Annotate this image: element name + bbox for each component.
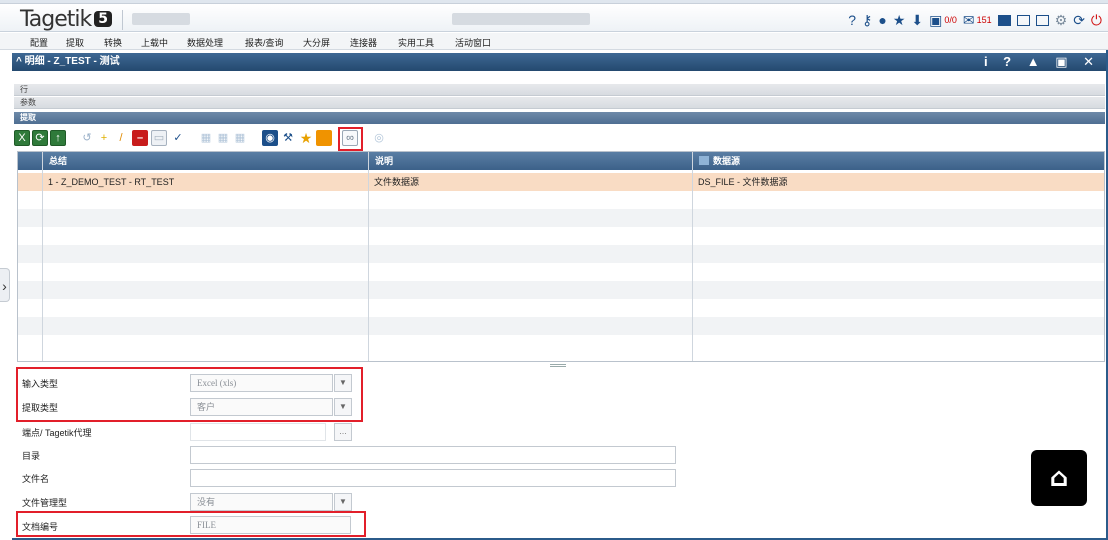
- paste-icon[interactable]: ▦: [215, 130, 231, 146]
- confirm-icon[interactable]: ✓: [170, 130, 186, 146]
- col-datasource[interactable]: 数据源: [692, 152, 1104, 170]
- filename-label: 文件名: [22, 474, 50, 484]
- table-row[interactable]: [18, 281, 1104, 299]
- refresh-icon[interactable]: ⟳: [1073, 12, 1085, 28]
- panel-tools[interactable]: i ? ▲ ▣ ✕: [984, 53, 1100, 71]
- app-header: Tagetik 5 ? ⚷ ● ★ ⬇ ▣ 0/0 ✉ 151 ⚙ ⟳ ⏻: [0, 4, 1108, 32]
- blurred-context: [132, 13, 190, 25]
- blurred-server-info: [452, 13, 590, 25]
- menu-config[interactable]: 配置: [30, 36, 48, 49]
- menu-reports[interactable]: 报表/查询: [245, 36, 284, 49]
- table-row[interactable]: [18, 227, 1104, 245]
- grid-divider: [42, 152, 43, 361]
- key-icon[interactable]: ⚷: [862, 12, 872, 28]
- table-row[interactable]: [18, 335, 1104, 353]
- directory-label: 目录: [22, 451, 41, 461]
- copy-icon[interactable]: ▦: [198, 130, 214, 146]
- duplicate-icon[interactable]: ▦: [232, 130, 248, 146]
- highlight-doc-number: [16, 511, 366, 537]
- expand-sidebar-icon[interactable]: ›: [0, 268, 10, 302]
- menu-connectors[interactable]: 连接器: [350, 36, 377, 49]
- col-summary[interactable]: 总结: [42, 152, 368, 170]
- menu-upload[interactable]: 上载中: [141, 36, 168, 49]
- settings-disabled-icon[interactable]: ◎: [371, 130, 387, 146]
- menu-transform[interactable]: 转换: [104, 36, 122, 49]
- filename-input[interactable]: [190, 469, 676, 487]
- menu-extract[interactable]: 提取: [66, 36, 84, 49]
- add-icon[interactable]: +: [96, 130, 112, 146]
- table-row[interactable]: [18, 191, 1104, 209]
- mail-icon[interactable]: ✉: [963, 12, 975, 28]
- messages-count: 151: [976, 15, 992, 25]
- floating-assistant-icon[interactable]: ⌂: [1031, 450, 1087, 506]
- endpoint-label: 端点/ Tagetik代理: [22, 428, 92, 438]
- header-toolbar: ? ⚷ ● ★ ⬇ ▣ 0/0 ✉ 151 ⚙ ⟳ ⏻: [848, 10, 1102, 30]
- table-row[interactable]: 1 - Z_DEMO_TEST - RT_TEST 文件数据源 DS_FILE …: [18, 173, 1104, 191]
- extract-grid: 总结 说明 数据源 1 - Z_DEMO_TEST - RT_TEST 文件数据…: [17, 151, 1105, 362]
- endpoint-browse-button[interactable]: …: [334, 423, 352, 441]
- menu-split-screen[interactable]: 大分屏: [303, 36, 330, 49]
- grid-divider: [692, 152, 693, 361]
- delete-icon[interactable]: –: [132, 130, 148, 146]
- pane-splitter[interactable]: [550, 364, 566, 367]
- cell-description: 文件数据源: [374, 177, 420, 187]
- col-datasource-label: 数据源: [713, 156, 741, 166]
- extract-section[interactable]: 提取: [14, 112, 1105, 124]
- highlight-link-button: [338, 127, 363, 151]
- row-section[interactable]: 行: [14, 84, 1105, 96]
- menu-utilities[interactable]: 实用工具: [398, 36, 434, 49]
- save-icon[interactable]: ▭: [151, 130, 167, 146]
- endpoint-input[interactable]: [190, 423, 326, 441]
- download-icon[interactable]: ⬇: [911, 12, 923, 28]
- table-row[interactable]: [18, 245, 1104, 263]
- color-icon[interactable]: [316, 130, 332, 146]
- datasource-icon: [699, 156, 709, 165]
- main-menu: 配置 提取 转换 上载中 数据处理 报表/查询 大分屏 连接器 实用工具 活动窗…: [0, 33, 1108, 50]
- grid-toolbar: X ⟳ ↑ ↺ + / – ▭ ✓ ▦ ▦ ▦ ◉ ⚒ ★ ∞ ◎: [14, 127, 1105, 149]
- undo-icon[interactable]: ↺: [79, 130, 95, 146]
- star-icon[interactable]: ★: [893, 12, 906, 28]
- header-divider: [122, 10, 123, 30]
- col-description[interactable]: 说明: [368, 152, 692, 170]
- table-row[interactable]: [18, 209, 1104, 227]
- table-row[interactable]: [18, 299, 1104, 317]
- collapse-icon[interactable]: ^: [16, 56, 25, 67]
- directory-input[interactable]: [190, 446, 676, 464]
- highlight-type-fields: [16, 367, 363, 422]
- table-row[interactable]: [18, 263, 1104, 281]
- excel-upload-icon[interactable]: ↑: [50, 130, 66, 146]
- detail-panel-header: ^ 明细 - Z_TEST - 测试 i ? ▲ ▣ ✕: [12, 53, 1106, 71]
- menu-active-window[interactable]: 活动窗口: [455, 36, 491, 49]
- layout-split-icon[interactable]: [1016, 14, 1030, 26]
- cell-summary: 1 - Z_DEMO_TEST - RT_TEST: [48, 177, 175, 187]
- help-icon[interactable]: ?: [848, 12, 856, 28]
- logo-text: Tagetik: [20, 7, 92, 32]
- file-mgmt-select[interactable]: 没有: [190, 493, 333, 511]
- monitor-icon[interactable]: ▣: [929, 12, 942, 28]
- layout-double-icon[interactable]: [1035, 14, 1049, 26]
- logo-version-badge: 5: [94, 11, 113, 27]
- layout-single-icon[interactable]: [997, 14, 1011, 26]
- table-row[interactable]: [18, 317, 1104, 335]
- user-icon[interactable]: ●: [878, 12, 886, 28]
- favorite-icon[interactable]: ★: [298, 130, 314, 146]
- grid-divider: [368, 152, 369, 361]
- edit-icon[interactable]: /: [113, 130, 129, 146]
- tool-icon[interactable]: ⚒: [280, 130, 296, 146]
- menu-data-processing[interactable]: 数据处理: [187, 36, 223, 49]
- excel-refresh-icon[interactable]: ⟳: [32, 130, 48, 146]
- panel-title: 明细 - Z_TEST - 测试: [24, 56, 120, 67]
- cell-datasource: DS_FILE - 文件数据源: [698, 177, 788, 187]
- tasks-count: 0/0: [944, 15, 957, 25]
- app-logo[interactable]: Tagetik 5: [20, 7, 113, 32]
- view-icon[interactable]: ◉: [262, 130, 278, 146]
- grid-header: 总结 说明 数据源: [18, 152, 1104, 170]
- settings-icon[interactable]: ⚙: [1055, 12, 1068, 28]
- file-mgmt-dropdown-icon[interactable]: ▼: [334, 493, 352, 511]
- excel-export-icon[interactable]: X: [14, 130, 30, 146]
- params-section[interactable]: 参数: [14, 97, 1105, 109]
- power-icon[interactable]: ⏻: [1091, 12, 1102, 28]
- file-mgmt-label: 文件管理型: [22, 498, 68, 508]
